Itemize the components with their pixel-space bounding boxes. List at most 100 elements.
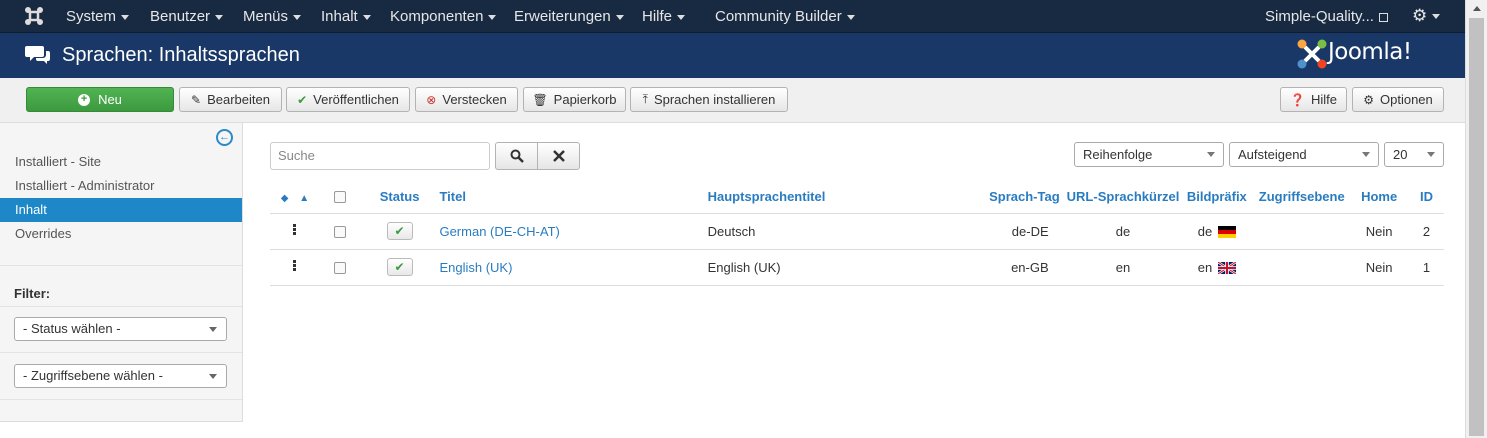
row-checkbox[interactable] [333,226,346,239]
site-link-label: Simple-Quality... [1265,8,1374,25]
image-prefix-header[interactable]: Bildpräfix [1179,180,1255,214]
collapse-sidebar-icon[interactable]: ← [216,129,233,146]
chevron-down-icon [1362,152,1370,157]
close-icon [552,150,565,162]
title-link[interactable]: German (DE-CH-AT) [439,224,559,239]
native-title-cell: Deutsch [707,213,957,250]
access-cell [1254,213,1350,250]
nav-menu-components[interactable]: Komponenten [390,8,497,25]
filter-label: Filter: [14,286,51,301]
search-button[interactable] [495,142,538,170]
sef-header[interactable]: URL-Sprachkürzel [1066,180,1180,214]
joomla-logo-icon[interactable] [24,6,44,26]
nav-menu-help[interactable]: Hilfe [642,8,686,25]
caret-down-icon [362,14,371,20]
nav-label: Menüs [243,8,289,25]
scroll-up-button[interactable] [1466,0,1487,17]
access-header[interactable]: Zugriffsebene [1254,180,1350,214]
nav-label: Erweiterungen [514,8,611,25]
published-toggle[interactable]: ✔ [386,258,413,276]
status-header[interactable]: Status [359,180,440,214]
check-icon: ✔ [297,92,308,107]
sidebar-item-content[interactable]: Inhalt [0,198,242,222]
divider [0,352,242,353]
access-filter-select[interactable]: - Zugriffsebene wählen - [14,364,227,388]
new-button[interactable]: + Neu [26,87,174,112]
status-filter-select[interactable]: - Status wählen - [14,317,227,341]
nav-label: Benutzer [150,8,211,25]
nav-label: Inhalt [321,8,358,25]
settings-menu[interactable]: ⚙ [1412,6,1441,26]
gear-icon: ⚙ [1363,92,1374,107]
nav-menu-users[interactable]: Benutzer [150,8,224,25]
edit-label: Bearbeiten [207,92,270,107]
sef-cell: de [1066,213,1180,250]
native-title-cell: English (UK) [707,249,957,286]
brand-name: Joomla! [1328,39,1412,65]
select-all-checkbox[interactable] [333,191,346,204]
help-button[interactable]: ❓ Hilfe [1280,87,1347,112]
site-link[interactable]: Simple-Quality... [1265,8,1388,25]
caret-up-icon [1472,6,1481,11]
top-navbar: System Benutzer Menüs Inhalt Komponenten… [0,0,1465,33]
unpublish-icon: ⊗ [426,92,437,107]
direction-select[interactable]: Aufsteigend [1229,142,1379,167]
install-label: Sprachen installieren [653,92,776,107]
drag-handle-icon [293,259,297,272]
help-label: Hilfe [1310,92,1337,107]
nav-menu-extensions[interactable]: Erweiterungen [514,8,624,25]
sidebar-item-administrator[interactable]: Installiert - Administrator [0,174,242,198]
title-header[interactable]: Titel [439,180,708,214]
row-select-cell [319,249,360,286]
language-tag-header[interactable]: Sprach-Tag [956,180,1067,214]
install-languages-button[interactable]: ⤒ Sprachen installieren [630,87,788,112]
plus-icon: + [78,93,91,106]
id-cell: 1 [1409,249,1444,286]
options-button[interactable]: ⚙ Optionen [1352,87,1444,112]
row-checkbox[interactable] [333,262,346,275]
unpublish-label: Verstecken [442,92,507,107]
title-link[interactable]: English (UK) [439,260,512,275]
check-icon: ✔ [394,260,405,274]
unpublish-button[interactable]: ⊗ Verstecken [415,87,518,112]
question-icon: ❓ [1290,92,1305,107]
nav-menu-community-builder[interactable]: Community Builder [715,8,855,25]
search-input[interactable]: Suche [270,142,490,170]
caret-down-icon [121,14,130,20]
vertical-scrollbar[interactable] [1465,0,1487,438]
clear-search-button[interactable] [537,142,580,170]
trash-button[interactable]: 🗑 Papierkorb [523,87,626,112]
title-cell: German (DE-CH-AT) [439,213,708,250]
ordering-select[interactable]: Reihenfolge [1074,142,1224,167]
sort-icon: ◆ [280,192,289,204]
table-header-row: ◆ ▲ Status Titel Hauptsprachentitel Spra… [270,180,1444,214]
home-header[interactable]: Home [1349,180,1410,214]
publish-button[interactable]: ✔ Veröffentlichen [286,87,410,112]
drag-handle[interactable] [270,249,320,286]
nav-menu-content[interactable]: Inhalt [321,8,371,25]
caret-down-icon [293,14,302,20]
chevron-down-icon [209,327,217,332]
sidebar-item-overrides[interactable]: Overrides [0,222,242,246]
native-title-header[interactable]: Hauptsprachentitel [707,180,957,214]
edit-button[interactable]: ✎ Bearbeiten [179,87,282,112]
published-toggle[interactable]: ✔ [386,222,413,240]
caret-down-icon [488,14,497,20]
ordering-sort-header[interactable]: ◆ ▲ [270,180,320,214]
status-filter-value: - Status wählen - [23,321,121,336]
drag-handle[interactable] [270,213,320,250]
id-header[interactable]: ID [1409,180,1444,214]
scrollbar-thumb[interactable] [1469,18,1484,436]
limit-value: 20 [1393,147,1408,162]
language-tag-cell: en-GB [956,249,1067,286]
external-link-icon [1378,12,1388,22]
table-row: ✔ English (UK) English (UK) en-GB en en … [270,249,1444,286]
image-prefix-cell: de [1179,213,1255,250]
direction-value: Aufsteigend [1238,147,1307,162]
toolbar: + Neu ✎ Bearbeiten ✔ Veröffentlichen ⊗ Verst… [0,78,1465,123]
nav-menu-menus[interactable]: Menüs [243,8,302,25]
caret-down-icon [846,14,855,20]
limit-select[interactable]: 20 [1384,142,1444,167]
nav-menu-system[interactable]: System [66,8,130,25]
sidebar-item-site[interactable]: Installiert - Site [0,150,242,174]
